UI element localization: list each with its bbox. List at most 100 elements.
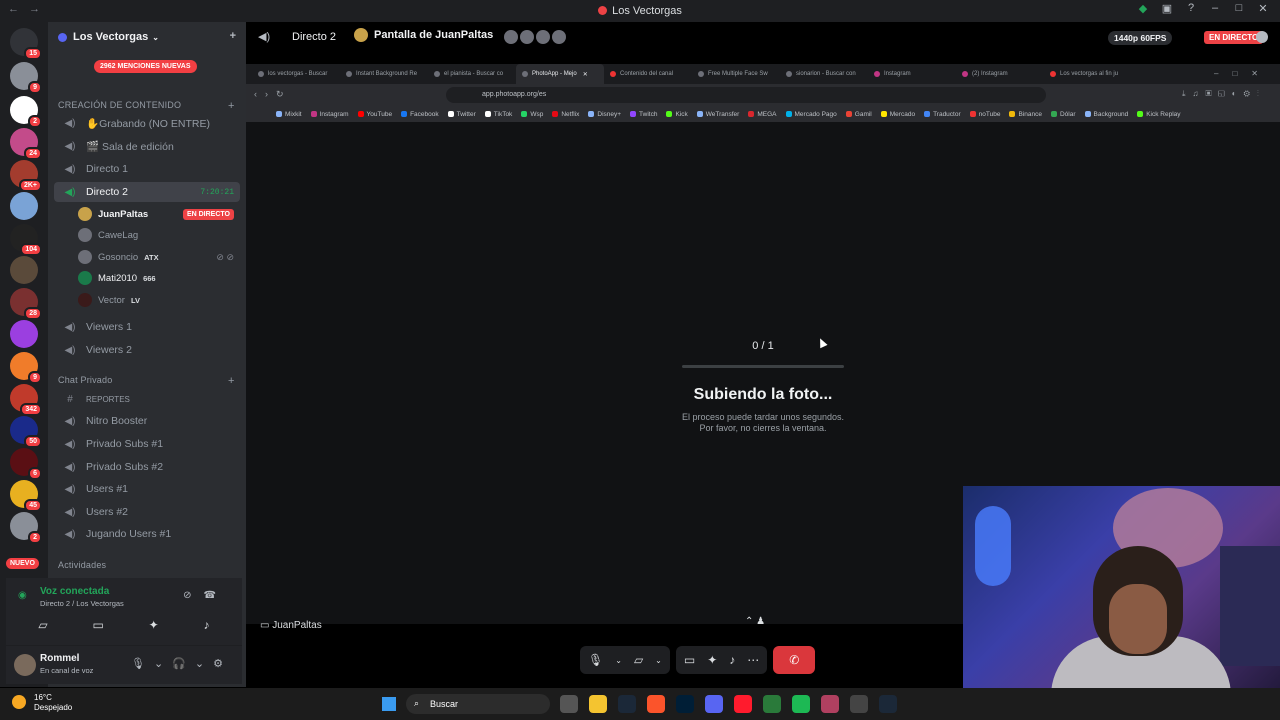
voice-channel[interactable]: ◀) Users #2 (54, 502, 240, 522)
browser-tab[interactable]: Contenido del canal (604, 64, 692, 84)
server-icon[interactable]: 9 (10, 62, 42, 94)
server-icon[interactable]: 2 (10, 96, 42, 128)
screen-share-icon[interactable]: ▭ (684, 653, 695, 667)
browser-toolbar-icons[interactable]: ⤓♫▣◱◐⚙⋮ (1182, 89, 1266, 99)
browser-tab[interactable]: sionarion - Buscar con (780, 64, 868, 84)
voice-user[interactable]: JuanPaltas EN DIRECTO (78, 204, 238, 224)
file-explorer-icon[interactable] (589, 695, 607, 713)
browser-tab[interactable]: los vectorgas - Buscar (252, 64, 340, 84)
screen-share-icon[interactable]: ▭ (92, 618, 103, 632)
bookmark[interactable]: Mercado Pago (785, 111, 837, 118)
bookmark[interactable]: Twitch (630, 111, 657, 118)
browser-tab[interactable]: Instagram (868, 64, 956, 84)
user-controls[interactable]: 🎙⌄🎧⌄⚙ (131, 657, 232, 670)
home-button[interactable]: 15 (10, 28, 42, 60)
server-icon[interactable]: 6 (10, 448, 42, 480)
activities-icon[interactable]: ✦ (149, 618, 159, 632)
voice-channel[interactable]: ◀) Viewers 2 (54, 340, 240, 360)
browser-tab[interactable]: Instant Background Re (340, 64, 428, 84)
app-icon[interactable] (821, 695, 839, 713)
close-button[interactable]: ✕ (1256, 2, 1270, 15)
maximize-button[interactable]: □ (1232, 2, 1246, 15)
opera-icon[interactable] (734, 695, 752, 713)
mentions-badge[interactable]: 2962 MENCIONES NUEVAS (94, 60, 197, 73)
steam-icon[interactable] (618, 695, 636, 713)
disconnect-button[interactable]: ✆ (773, 646, 816, 674)
server-icon[interactable]: 50 (10, 416, 42, 448)
voice-channel[interactable]: ◀) Privado Subs #1 (54, 434, 240, 454)
server-icon[interactable] (10, 192, 38, 220)
photoshop-icon[interactable] (676, 695, 694, 713)
server-icon[interactable] (10, 256, 38, 284)
app-icon[interactable] (763, 695, 781, 713)
microphone-icon[interactable]: 🎙 (588, 653, 603, 667)
bookmark[interactable]: Wsp (521, 111, 543, 118)
voice-channel[interactable]: ◀) Viewers 1 (54, 317, 240, 337)
bookmark[interactable]: Netflix (552, 111, 579, 118)
bookmark[interactable]: Kick (666, 111, 688, 118)
server-icon[interactable]: 45 (10, 480, 42, 512)
soundboard-icon[interactable]: ♪ (729, 653, 735, 667)
voice-channel[interactable]: ◀) Users #1 (54, 479, 240, 499)
browser-tab[interactable]: (2) Instagram (956, 64, 1044, 84)
bookmark[interactable]: noTube (969, 111, 1000, 118)
spotify-icon[interactable] (792, 695, 810, 713)
text-channel[interactable]: # REPORTES (54, 389, 240, 409)
signal-icon[interactable]: ◉ (18, 590, 27, 601)
bookmark[interactable]: Kick Replay (1137, 111, 1181, 118)
browser-tab[interactable]: Free Multiple Face Sw (692, 64, 780, 84)
voice-user[interactable]: Gosoncio ATX ⊘ ⊘ (78, 247, 238, 267)
inbox-icon[interactable]: ▣ (1160, 2, 1174, 15)
close-tab-icon[interactable]: ✕ (583, 71, 588, 78)
soundboard-icon[interactable]: ♪ (204, 618, 210, 632)
voice-channel[interactable]: ◀) Directo 1 (54, 159, 240, 179)
voice-user[interactable]: Mati2010 666 (78, 268, 238, 288)
voice-channel[interactable]: ◀) Jugando Users #1 (54, 524, 240, 544)
bookmark[interactable]: WeTransfer (696, 111, 739, 118)
add-channel-icon[interactable]: + (228, 375, 235, 387)
camera-icon[interactable]: ▱ (38, 618, 47, 632)
help-icon[interactable]: ? (1184, 2, 1198, 15)
collapse-toggle[interactable]: ⌃ ♟ (745, 616, 765, 627)
nitro-icon[interactable]: ◆ (1136, 2, 1150, 15)
chevron-down-icon[interactable]: ⌄ (655, 656, 662, 665)
minimize-button[interactable]: – (1208, 2, 1222, 15)
bookmark[interactable]: Background (1084, 111, 1128, 118)
more-options-icon[interactable]: ⋯ (747, 653, 759, 667)
bookmark[interactable]: Dólar (1050, 111, 1076, 118)
bookmark[interactable]: Facebook (401, 111, 439, 118)
window-controls[interactable]: –□✕ (1214, 69, 1272, 78)
disconnect-icon[interactable]: ⊘☎ (183, 590, 228, 601)
activities-icon[interactable]: ✦ (707, 653, 717, 667)
server-icon[interactable]: 9 (10, 352, 42, 384)
app-icon[interactable] (850, 695, 868, 713)
server-icon[interactable] (10, 320, 38, 348)
camera-off-icon[interactable]: ▱ (634, 653, 643, 667)
steam-icon[interactable] (879, 695, 897, 713)
bookmark[interactable]: Binance (1009, 111, 1042, 118)
bookmark[interactable]: Traductor (924, 111, 961, 118)
bookmark[interactable]: Gamil (845, 111, 872, 118)
voice-channel-active[interactable]: ◀) Directo 2 7:20:21 (54, 182, 240, 202)
avatar[interactable] (14, 654, 36, 676)
server-icon[interactable]: 2K+ (10, 160, 42, 192)
chevron-down-icon[interactable]: ⌄ (615, 656, 622, 665)
voice-user[interactable]: CaweLag (78, 225, 238, 245)
bookmark[interactable]: MEGA (748, 111, 777, 118)
server-icon[interactable]: 342 (10, 384, 42, 416)
bookmark[interactable]: Mixkit (276, 111, 302, 118)
server-icon[interactable]: 104 (10, 224, 42, 256)
bookmark[interactable]: Instagram (310, 111, 349, 118)
bookmark[interactable]: TikTok (484, 111, 512, 118)
category-header[interactable]: CREACIÓN DE CONTENIDO + (58, 100, 234, 112)
server-icon[interactable]: 2 (10, 512, 42, 544)
task-view-icon[interactable] (560, 695, 578, 713)
browser-tab-active[interactable]: PhotoApp - Mejo ✕ (516, 64, 604, 84)
voice-channel[interactable]: ◀) 🎬 Sala de edición (54, 136, 240, 156)
taskbar-search[interactable]: ⌕ Buscar (406, 694, 550, 714)
category-header[interactable]: Actividades (58, 560, 106, 570)
server-header[interactable]: Los Vectorgas ⌄ + (48, 22, 246, 52)
voice-channel-path[interactable]: Directo 2 / Los Vectorgas (40, 599, 124, 608)
voice-channel[interactable]: ◀) Nitro Booster (54, 411, 240, 431)
voice-user[interactable]: Vector LV (78, 290, 238, 310)
